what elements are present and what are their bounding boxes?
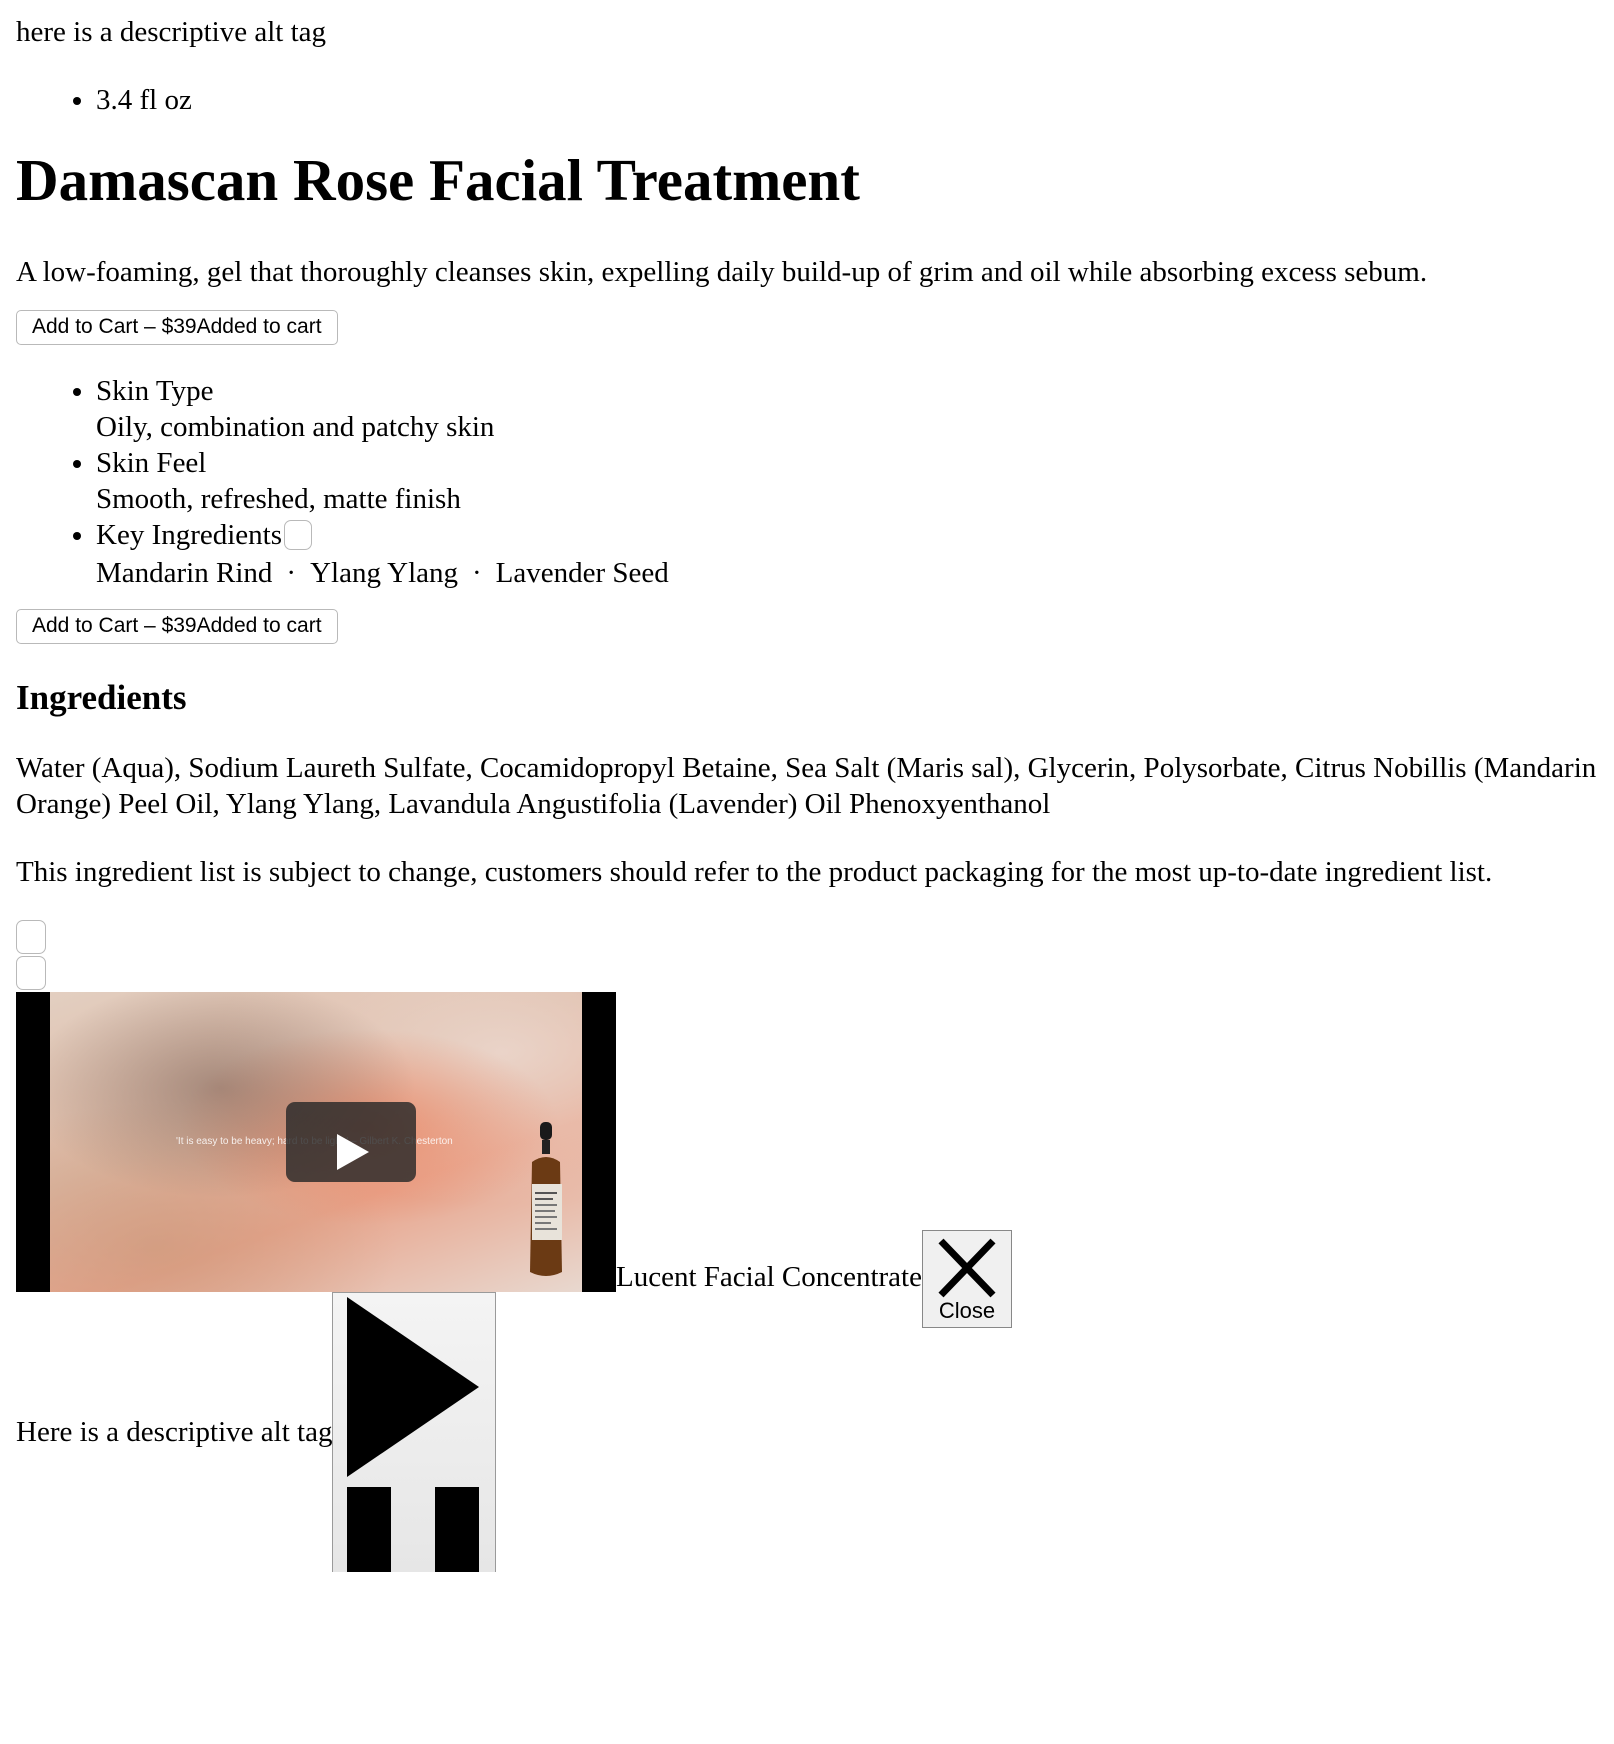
image-alt-text: here is a descriptive alt tag	[16, 16, 327, 48]
separator-dot: ·	[472, 557, 482, 589]
detail-key-ingredients: Key Ingredients Mandarin Rind · Ylang Ylan…	[96, 517, 1598, 591]
product-title: Damascan Rose Facial Treatment	[16, 147, 860, 213]
video-modal-row: 'It is easy to be heavy; hard to be ligh…	[16, 992, 1598, 1328]
detail-value: Smooth, refreshed, matte finish	[96, 483, 461, 515]
play-pause-toggle[interactable]	[332, 1292, 497, 1572]
empty-button[interactable]	[16, 920, 46, 954]
added-to-cart-label: Added to cart	[196, 315, 322, 338]
empty-button[interactable]	[16, 956, 46, 990]
video-product-name: Lucent Facial Concentrate	[616, 1261, 922, 1293]
key-ingredient: Ylang Ylang	[310, 557, 458, 589]
close-x-icon	[938, 1238, 996, 1298]
video-play-button[interactable]	[286, 1102, 416, 1182]
play-icon	[337, 1134, 369, 1170]
size-item: 3.4 fl oz	[96, 82, 1598, 118]
ingredients-heading: Ingredients	[16, 678, 187, 717]
video-player[interactable]: 'It is easy to be heavy; hard to be ligh…	[16, 992, 616, 1292]
detail-skin-feel: Skin Feel Smooth, refreshed, matte finis…	[96, 445, 1598, 517]
add-to-cart-button-secondary[interactable]: Add to Cart – $39Added to cart	[16, 609, 338, 644]
size-list: 3.4 fl oz	[16, 82, 1598, 118]
ingredients-list: Water (Aqua), Sodium Laureth Sulfate, Co…	[16, 752, 1597, 820]
close-button[interactable]: Close	[921, 1230, 1012, 1328]
detail-skin-type: Skin Type Oily, combination and patchy s…	[96, 373, 1598, 445]
detail-value: Oily, combination and patchy skin	[96, 411, 495, 443]
image-alt-text-bottom: Here is a descriptive alt tag	[16, 1416, 333, 1448]
key-ingredients-toggle[interactable]	[284, 520, 313, 551]
key-ingredient: Mandarin Rind	[96, 557, 273, 589]
add-to-cart-button[interactable]: Add to Cart – $39Added to cart	[16, 310, 338, 345]
key-ingredient: Lavender Seed	[495, 557, 669, 589]
close-label: Close	[938, 1298, 996, 1323]
detail-label: Skin Feel	[96, 447, 207, 479]
detail-label: Skin Type	[96, 375, 214, 407]
video-thumbnail: 'It is easy to be heavy; hard to be ligh…	[50, 992, 582, 1292]
added-to-cart-label: Added to cart	[196, 614, 322, 637]
detail-label: Key Ingredients	[96, 519, 283, 551]
separator-dot: ·	[286, 557, 297, 589]
unstyled-control-stack	[16, 920, 1598, 990]
product-page: here is a descriptive alt tag 3.4 fl oz …	[0, 14, 1614, 1744]
ingredients-disclaimer: This ingredient list is subject to chang…	[16, 856, 1493, 888]
product-details-list: Skin Type Oily, combination and patchy s…	[16, 373, 1598, 591]
play-pause-icon	[347, 1297, 480, 1572]
add-to-cart-label: Add to Cart – $39	[32, 315, 197, 338]
bottom-media-row: Here is a descriptive alt tag	[16, 1292, 1598, 1572]
add-to-cart-label: Add to Cart – $39	[32, 614, 197, 637]
key-ingredients-values: Mandarin Rind · Ylang Ylang · Lavender Seed	[96, 555, 1598, 591]
product-description: A low-foaming, gel that thoroughly clean…	[16, 256, 1428, 288]
bottle-icon	[530, 1122, 562, 1276]
